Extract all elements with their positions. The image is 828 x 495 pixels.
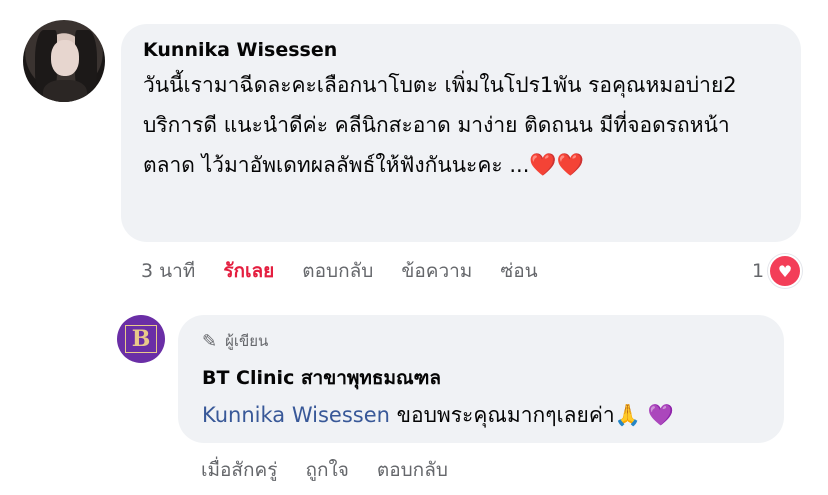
comment-bubble: Kunnika Wisessen วันนี้เรามาฉีดละคะเลือก… (121, 24, 801, 242)
reaction-summary[interactable]: 1 ♥ (752, 254, 803, 288)
comment-timestamp[interactable]: 3 นาที (141, 256, 195, 286)
hide-button[interactable]: ซ่อน (500, 256, 537, 286)
avatar-face (51, 40, 79, 76)
reply-reply-button[interactable]: ตอบกลับ (377, 455, 448, 485)
purple-heart-emoji: 💜 (647, 403, 674, 427)
comment-text: วันนี้เรามาฉีดละคะเลือกนาโบตะ เพิ่มในโปร… (143, 65, 779, 186)
reply-bubble: ✎ ผู้เขียน BT Clinic สาขาพุทธมณฑล Kunnik… (178, 315, 784, 443)
heart-icon: ♥ (768, 254, 803, 288)
message-button[interactable]: ข้อความ (401, 256, 472, 286)
avatar-body (43, 80, 87, 102)
author-badge: ✎ ผู้เขียน (202, 329, 760, 353)
author-badge-label: ผู้เขียน (225, 332, 269, 350)
reaction-count: 1 (752, 260, 765, 282)
page-avatar[interactable]: B (117, 315, 165, 363)
reply-text: Kunnika Wisessen ขอบพระคุณมากๆเลยค่า🙏 💜 (202, 399, 760, 432)
red-heart-emoji: ❤️❤️ (529, 153, 585, 178)
comment-actions: 3 นาที รักเลย ตอบกลับ ข้อความ ซ่อน (141, 256, 566, 286)
page-logo: B (124, 325, 158, 353)
reply-author-name[interactable]: BT Clinic สาขาพุทธมณฑล (202, 363, 760, 393)
pen-icon: ✎ (202, 330, 218, 352)
reply-button[interactable]: ตอบกลับ (302, 256, 373, 286)
folded-hands-emoji: 🙏 (614, 403, 641, 427)
mention-link[interactable]: Kunnika Wisessen (202, 403, 390, 427)
like-button[interactable]: ถูกใจ (305, 455, 348, 485)
commenter-avatar[interactable] (23, 20, 105, 102)
reply-body: ขอบพระคุณมากๆเลยค่า (396, 403, 615, 427)
comment-author-name[interactable]: Kunnika Wisessen (143, 39, 779, 61)
comment-body: วันนี้เรามาฉีดละคะเลือกนาโบตะ เพิ่มในโปร… (143, 73, 737, 177)
love-reaction-button[interactable]: รักเลย (223, 256, 274, 286)
reply-actions: เมื่อสักครู่ ถูกใจ ตอบกลับ (201, 455, 476, 485)
reply-timestamp[interactable]: เมื่อสักครู่ (201, 455, 277, 485)
